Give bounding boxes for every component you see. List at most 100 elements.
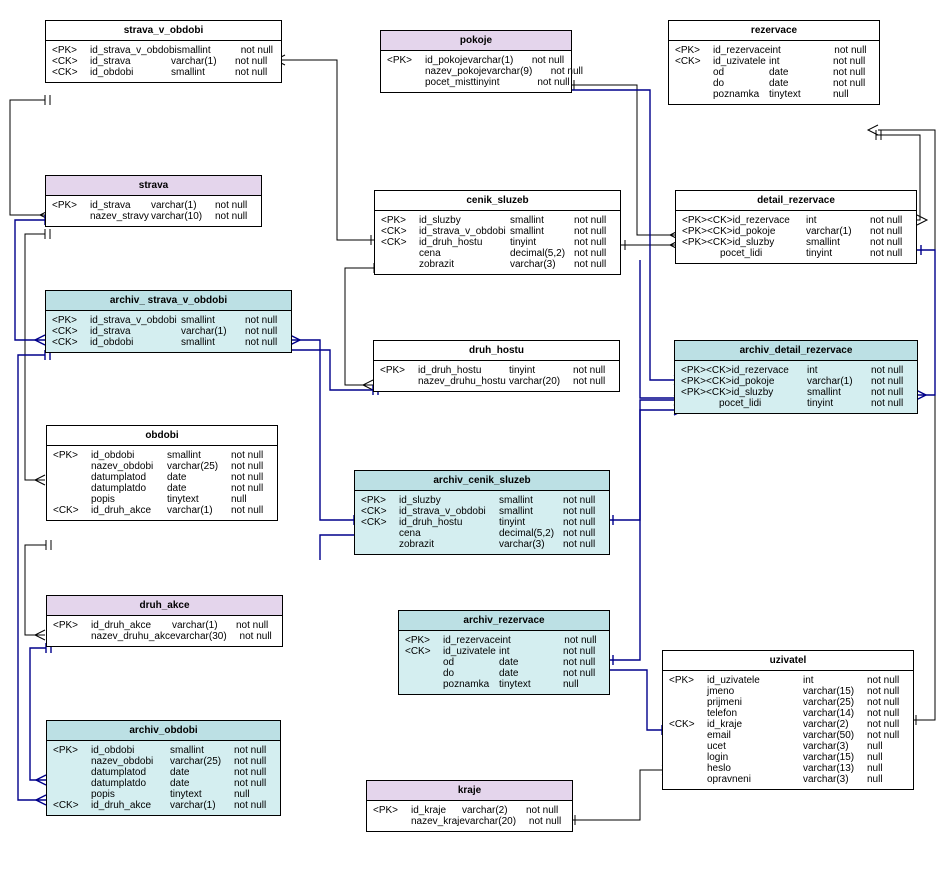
col-key: <PK><CK> — [681, 376, 732, 387]
column-row: <PK>id_stravavarchar(1)not null — [52, 200, 255, 211]
col-null: not null — [574, 259, 614, 270]
entity-druh-hostu: druh_hostu <PK>id_druh_hostutinyintnot n… — [373, 340, 620, 392]
col-null: not null — [245, 337, 285, 348]
col-name: cena — [399, 528, 499, 539]
col-null: not null — [563, 506, 603, 517]
col-name: nazev_stravy — [90, 211, 151, 222]
col-name: id_pokoje — [425, 55, 468, 66]
col-type: smallint — [806, 237, 870, 248]
col-name: id_druh_akce — [91, 620, 172, 631]
col-name: datumplatdo — [91, 483, 167, 494]
entity-title: archiv_ strava_v_obdobi — [46, 291, 291, 311]
col-type: varchar(1) — [151, 200, 215, 211]
col-null: not null — [871, 365, 911, 376]
er-diagram: strava_v_obdobi <PK>id_strava_v_obdobism… — [0, 0, 947, 880]
column-row: <CK>id_obdobismallintnot null — [52, 337, 285, 348]
col-key: <PK><CK> — [682, 215, 733, 226]
col-name: id_rezervace — [732, 365, 807, 376]
entity-title: strava_v_obdobi — [46, 21, 281, 41]
col-type: varchar(9) — [487, 66, 551, 77]
col-name: id_strava — [90, 56, 171, 67]
col-key — [669, 697, 707, 708]
entity-body: <PK>id_strava_v_obdobismallintnot null<C… — [46, 41, 281, 82]
entity-body: <PK><CK>id_rezervaceintnot null<PK><CK>i… — [676, 211, 916, 263]
entity-title: cenik_sluzeb — [375, 191, 620, 211]
col-name: popis — [91, 789, 170, 800]
column-row: oddatenot null — [405, 657, 603, 668]
col-type: smallint — [510, 226, 574, 237]
col-type: tinyint — [509, 365, 573, 376]
col-key — [675, 89, 713, 100]
column-row: <PK><CK>id_pokojevarchar(1)not null — [682, 226, 910, 237]
col-name: id_uzivatele — [713, 56, 769, 67]
col-name: login — [707, 752, 803, 763]
col-type: smallint — [181, 337, 245, 348]
col-key: <PK> — [387, 55, 425, 66]
col-null: not null — [231, 505, 271, 516]
col-type: varchar(50) — [803, 730, 867, 741]
col-null: not null — [870, 248, 910, 259]
entity-rezervace: rezervace <PK>id_rezervaceintnot null<CK… — [668, 20, 880, 105]
col-null: not null — [236, 620, 276, 631]
col-type: smallint — [177, 45, 241, 56]
col-key: <PK> — [52, 200, 90, 211]
col-type: int — [770, 45, 834, 56]
col-name: do — [443, 668, 499, 679]
column-row: jmenovarchar(15)not null — [669, 686, 907, 697]
col-null: null — [867, 741, 907, 752]
col-key: <CK> — [52, 67, 90, 78]
col-type: date — [170, 778, 234, 789]
col-type: date — [167, 483, 231, 494]
entity-uzivatel: uzivatel <PK>id_uzivateleintnot nulljmen… — [662, 650, 914, 790]
col-key: <CK> — [53, 505, 91, 516]
col-key — [387, 77, 425, 88]
col-type: varchar(1) — [172, 620, 236, 631]
col-key — [405, 657, 443, 668]
col-type: varchar(14) — [803, 708, 867, 719]
col-key: <CK> — [669, 719, 707, 730]
col-key: <CK> — [361, 517, 399, 528]
column-row: poznamkatinytextnull — [675, 89, 873, 100]
col-type: int — [803, 675, 867, 686]
col-name: id_strava — [90, 326, 181, 337]
col-name: zobrazit — [419, 259, 510, 270]
col-name: id_obdobi — [91, 745, 170, 756]
entity-body: <PK>id_pokojevarchar(1)not nullnazev_pok… — [381, 51, 571, 92]
col-key — [669, 686, 707, 697]
col-null: not null — [526, 805, 566, 816]
column-row: poznamkatinytextnull — [405, 679, 603, 690]
entity-title: archiv_rezervace — [399, 611, 609, 631]
col-key: <PK> — [373, 805, 411, 816]
col-name: opravneni — [707, 774, 803, 785]
col-name: id_rezervace — [733, 215, 806, 226]
entity-title: archiv_obdobi — [47, 721, 280, 741]
entity-pokoje: pokoje <PK>id_pokojevarchar(1)not nullna… — [380, 30, 572, 93]
col-type: varchar(1) — [171, 56, 235, 67]
col-name: nazev_pokoje — [425, 66, 487, 77]
col-name: datumplatod — [91, 472, 167, 483]
col-key — [53, 778, 91, 789]
column-row: telefonvarchar(14)not null — [669, 708, 907, 719]
column-row: datumplatdodatenot null — [53, 778, 274, 789]
column-row: <CK>id_druh_akcevarchar(1)not null — [53, 800, 274, 811]
col-key: <PK><CK> — [682, 237, 733, 248]
col-type: smallint — [181, 315, 245, 326]
col-key — [53, 483, 91, 494]
entity-title: kraje — [367, 781, 572, 801]
col-type: varchar(10) — [151, 211, 215, 222]
column-row: dodatenot null — [405, 668, 603, 679]
col-key — [361, 539, 399, 550]
col-name: id_sluzby — [733, 237, 806, 248]
entity-title: detail_rezervace — [676, 191, 916, 211]
col-name: id_pokoje — [733, 226, 806, 237]
column-row: <PK>id_obdobismallintnot null — [53, 450, 271, 461]
col-name: id_strava_v_obdobi — [90, 315, 181, 326]
col-key: <PK><CK> — [681, 387, 732, 398]
column-row: datumplatdodatenot null — [53, 483, 271, 494]
col-key: <CK> — [675, 56, 713, 67]
column-row: <PK><CK>id_sluzbysmallintnot null — [682, 237, 910, 248]
col-key — [681, 398, 719, 409]
col-key — [53, 789, 91, 800]
column-row: nazev_druhu_akcevarchar(30)not null — [53, 631, 276, 642]
col-type: varchar(1) — [167, 505, 231, 516]
